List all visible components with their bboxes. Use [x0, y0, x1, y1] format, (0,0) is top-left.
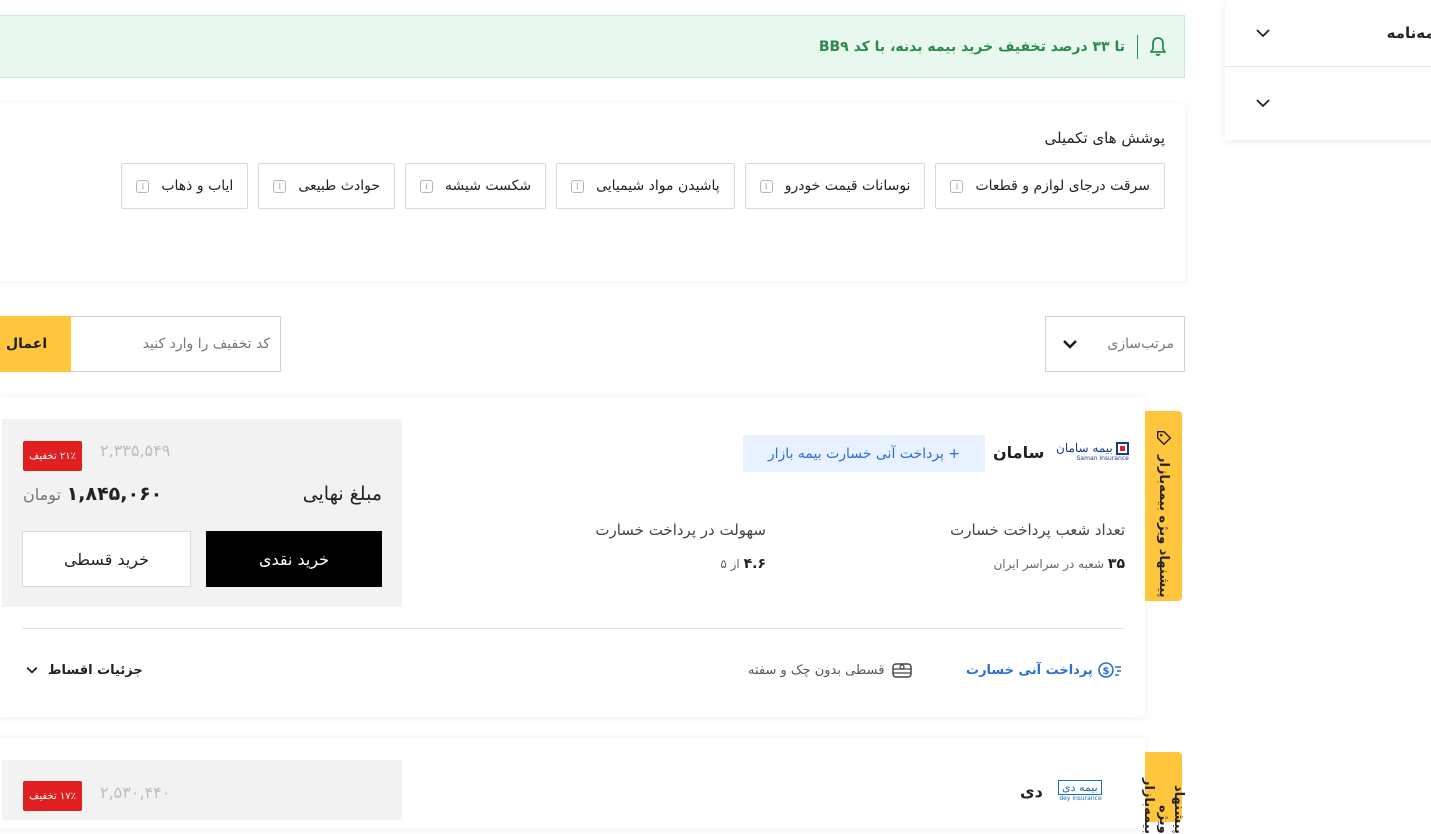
coverage-chip-natural-disasters[interactable]: حوادث طبیعی i	[258, 163, 395, 209]
additional-coverages-card: پوشش های تکمیلی سرقت درجای لوازم و قطعات…	[0, 103, 1185, 281]
info-icon[interactable]: i	[950, 179, 964, 193]
final-price-label: مبلغ نهایی	[302, 483, 382, 505]
chevron-down-icon	[1063, 340, 1077, 349]
tag-icon	[1156, 430, 1171, 446]
svg-text:$: $	[1102, 666, 1109, 677]
discount-code-form: اعمال	[0, 316, 281, 372]
dey-logo: بیمه دی dey insurance	[1058, 780, 1102, 802]
instant-claim-link[interactable]: $ پرداخت آنی خسارت	[966, 657, 1123, 683]
branches-unit: شعبه در سراسر ایران	[993, 557, 1105, 571]
coin-icon: $	[1097, 662, 1121, 678]
old-price: ۲,۵۳۰,۴۴۰	[100, 783, 171, 802]
final-price-amount: ۱,۸۴۵,۰۶۰	[66, 483, 163, 505]
ease-value: ۴.۶ از ۵	[720, 556, 766, 572]
saman-logo: بیمه سامان Saman Insurance	[1056, 441, 1129, 462]
logo-text: بیمه دی	[1058, 780, 1102, 795]
instant-claim-badge: + پرداخت آنی خسارت بیمه بازار	[743, 435, 985, 472]
special-offer-label: پیشنهاد ویژه بیمه‌بازار	[1141, 778, 1186, 834]
info-icon[interactable]: i	[759, 179, 773, 193]
coverages-title: پوشش های تکمیلی	[1044, 129, 1166, 147]
insurer-name: سامان	[993, 443, 1045, 462]
promo-text: تا ۳۳ درصد تخفیف خرید بیمه بدنه، با کد B…	[818, 38, 1125, 55]
cash-purchase-button[interactable]: خرید نقدی	[206, 531, 382, 587]
sort-label: مرتب‌سازی	[1107, 336, 1174, 352]
chip-label: ایاب و ذهاب	[161, 178, 234, 194]
bell-icon	[1150, 36, 1166, 56]
branches-value: ۳۵ شعبه در سراسر ایران	[993, 556, 1125, 572]
coverage-chip-price-fluctuation[interactable]: نوسانات قیمت خودرو i	[744, 163, 926, 209]
info-icon[interactable]: i	[273, 179, 287, 193]
chip-label: حوادث طبیعی	[298, 178, 380, 194]
coverage-chip-chemicals[interactable]: پاشیدن مواد شیمیایی i	[556, 163, 735, 209]
chip-label: نوسانات قیمت خودرو	[784, 178, 911, 194]
installment-details-toggle[interactable]: جزئیات اقساط	[24, 657, 143, 683]
chevron-down-icon	[26, 666, 38, 674]
ease-label: سهولت در پرداخت خسارت	[595, 521, 766, 539]
logo-subtext: dey insurance	[1059, 795, 1102, 802]
info-icon[interactable]: i	[419, 179, 433, 193]
old-price: ۲,۳۳۵,۵۴۹	[100, 441, 171, 460]
discount-badge: ۱۷٪ تخفیف	[23, 781, 82, 811]
coverage-chip-parts-theft[interactable]: سرقت درجای لوازم و قطعات i	[935, 163, 1165, 209]
apply-discount-button[interactable]: اعمال	[0, 316, 71, 372]
filter-accordion-second[interactable]	[1225, 66, 1431, 138]
discount-code-input[interactable]	[71, 316, 281, 372]
ease-unit: از ۵	[720, 557, 740, 571]
coverage-chips: سرقت درجای لوازم و قطعات i نوسانات قیمت خ…	[65, 163, 1165, 209]
filter-accordion-policy[interactable]: یمه‌نامه	[1225, 0, 1431, 66]
info-icon[interactable]: i	[571, 179, 585, 193]
filter-panel: یمه‌نامه	[1225, 0, 1431, 140]
ease-score: ۴.۶	[743, 556, 766, 572]
chip-label: سرقت درجای لوازم و قطعات	[975, 178, 1150, 194]
branches-label: تعداد شعب پرداخت خسارت	[950, 521, 1125, 539]
final-price: ۱,۸۴۵,۰۶۰ تومان	[23, 483, 162, 505]
special-offer-tab: پیشنهاد ویژه بیمه‌بازار	[1145, 411, 1182, 601]
logo-subtext: Saman Insurance	[1076, 455, 1129, 462]
installment-details-label: جزئیات اقساط	[48, 662, 143, 678]
divider	[22, 628, 1125, 629]
logo-text: بیمه سامان	[1056, 441, 1113, 455]
info-icon[interactable]: i	[136, 179, 150, 193]
special-offer-tab: پیشنهاد ویژه بیمه‌بازار	[1141, 752, 1186, 834]
chip-label: شکست شیشه	[444, 178, 532, 194]
insurer-name: دی	[1020, 782, 1043, 801]
sort-dropdown[interactable]: مرتب‌سازی	[1045, 316, 1185, 372]
special-offer-label: پیشنهاد ویژه بیمه‌بازار	[1156, 455, 1171, 598]
coverage-chip-glass-break[interactable]: شکست شیشه i	[404, 163, 547, 209]
installment-note: قسطی بدون چک و سفته	[748, 657, 914, 683]
installment-purchase-button[interactable]: خرید قسطی	[22, 531, 191, 587]
promo-banner: تا ۳۳ درصد تخفیف خرید بیمه بدنه، با کد B…	[0, 15, 1185, 78]
discount-badge: ۲۱٪ تخفیف	[23, 441, 82, 471]
currency: تومان	[23, 485, 61, 504]
instant-claim-label: پرداخت آنی خسارت	[966, 662, 1093, 678]
wallet-icon	[892, 663, 913, 678]
branches-count: ۳۵	[1107, 556, 1125, 572]
chip-label: پاشیدن مواد شیمیایی	[596, 178, 720, 194]
installment-note-label: قسطی بدون چک و سفته	[748, 662, 885, 678]
chevron-down-icon	[1256, 98, 1270, 107]
coverage-chip-commute[interactable]: ایاب و ذهاب i	[121, 163, 249, 209]
chevron-down-icon	[1256, 29, 1270, 38]
filter-label: یمه‌نامه	[1386, 24, 1431, 42]
divider	[1137, 34, 1138, 59]
